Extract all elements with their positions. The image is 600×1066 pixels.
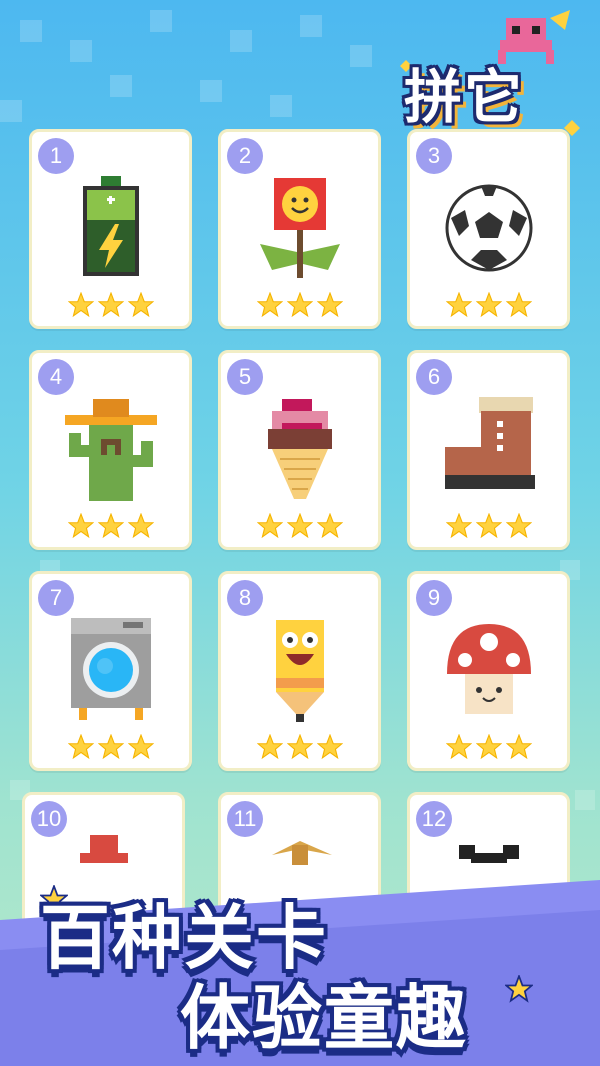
star-icon xyxy=(256,512,283,539)
star-rating xyxy=(32,512,189,543)
star-icon xyxy=(256,291,283,318)
logo-title: 拼它 xyxy=(404,63,525,131)
star-icon xyxy=(67,291,94,318)
star-icon xyxy=(97,512,124,539)
level-card-9[interactable]: 9 xyxy=(407,571,570,771)
star-rating xyxy=(221,512,378,543)
star-rating xyxy=(32,291,189,322)
star-rating xyxy=(221,291,378,322)
star-icon xyxy=(286,512,313,539)
level-number-badge: 11 xyxy=(227,801,263,837)
level-number-badge: 6 xyxy=(416,359,452,395)
star-rating xyxy=(32,733,189,764)
star-icon xyxy=(67,733,94,760)
star-icon xyxy=(316,733,343,760)
level-card-4[interactable]: 4 xyxy=(29,350,192,550)
star-icon xyxy=(445,291,472,318)
level-number-badge: 4 xyxy=(38,359,74,395)
sparkle-star-icon xyxy=(505,975,533,1003)
star-icon xyxy=(127,733,154,760)
star-icon xyxy=(127,512,154,539)
level-card-8[interactable]: 8 xyxy=(218,571,381,771)
star-icon xyxy=(127,291,154,318)
level-card-7[interactable]: 7 xyxy=(29,571,192,771)
boot-icon xyxy=(441,393,537,505)
level-number-badge: 8 xyxy=(227,580,263,616)
star-icon xyxy=(505,733,532,760)
washing-machine-icon xyxy=(63,614,159,726)
star-icon xyxy=(316,291,343,318)
star-icon xyxy=(316,512,343,539)
level-number-badge: 7 xyxy=(38,580,74,616)
game-logo: 拼它 xyxy=(400,10,590,140)
flower-icon xyxy=(252,172,348,284)
level-card-3[interactable]: 3 xyxy=(407,129,570,329)
level-card-5[interactable]: 5 xyxy=(218,350,381,550)
star-rating xyxy=(410,291,567,322)
soccer-ball-icon xyxy=(441,172,537,284)
slogan-line-2: 体验童趣 xyxy=(180,977,468,1059)
star-icon xyxy=(286,733,313,760)
level-number-badge: 2 xyxy=(227,138,263,174)
level-number-badge: 3 xyxy=(416,138,452,174)
battery-icon xyxy=(63,172,159,284)
star-icon xyxy=(445,733,472,760)
star-icon xyxy=(475,291,502,318)
star-icon xyxy=(67,512,94,539)
star-icon xyxy=(475,512,502,539)
star-icon xyxy=(475,733,502,760)
level-number-badge: 5 xyxy=(227,359,263,395)
level-number-badge: 9 xyxy=(416,580,452,616)
star-icon xyxy=(97,733,124,760)
star-icon xyxy=(286,291,313,318)
star-icon xyxy=(256,733,283,760)
level-card-6[interactable]: 6 xyxy=(407,350,570,550)
cactus-icon xyxy=(63,393,159,505)
star-icon xyxy=(97,291,124,318)
level-number-badge: 12 xyxy=(416,801,452,837)
ice-cream-icon xyxy=(252,393,348,505)
level-card-1[interactable]: 1 xyxy=(29,129,192,329)
star-icon xyxy=(505,291,532,318)
star-rating xyxy=(221,733,378,764)
star-icon xyxy=(445,512,472,539)
pencil-icon xyxy=(252,614,348,726)
star-rating xyxy=(410,512,567,543)
level-number-badge: 1 xyxy=(38,138,74,174)
level-card-2[interactable]: 2 xyxy=(218,129,381,329)
star-icon xyxy=(505,512,532,539)
star-rating xyxy=(410,733,567,764)
mushroom-icon xyxy=(441,614,537,726)
level-number-badge: 10 xyxy=(31,801,67,837)
